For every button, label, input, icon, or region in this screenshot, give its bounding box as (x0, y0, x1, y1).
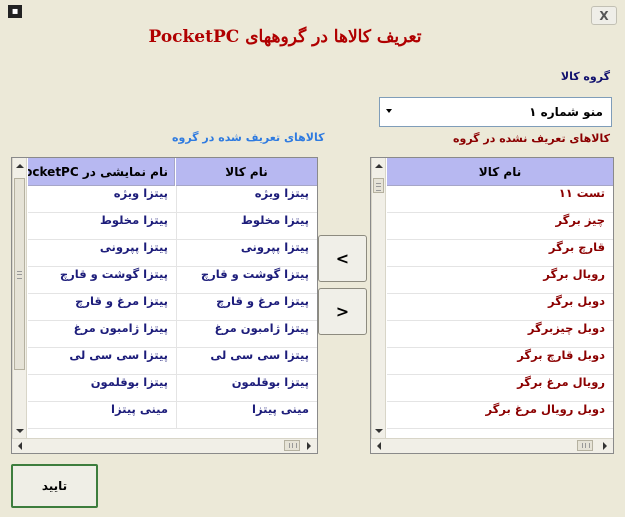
table-row[interactable]: پیتزا مخلوط پیتزا مخلوط (28, 213, 317, 240)
display-name-cell[interactable]: پیتزا ژامبون مرغ (28, 321, 176, 347)
item-name-cell[interactable]: پیتزا ژامبون مرغ (177, 321, 317, 347)
item-name-cell[interactable]: پیتزا بوقلمون (177, 375, 317, 401)
group-label: گروه کالا (560, 70, 610, 83)
vertical-scrollbar[interactable] (371, 158, 386, 438)
table-row[interactable]: دوبل قارچ برگر (387, 348, 613, 375)
defined-items-grid[interactable]: نام نمایشی در PocketPC نام کالا پیتزا وی… (11, 157, 318, 454)
column-header-name[interactable]: نام کالا (387, 158, 613, 186)
scroll-up-icon[interactable] (375, 164, 383, 168)
item-name-cell[interactable]: قارچ برگر (387, 240, 613, 266)
item-name-cell[interactable]: رویال مرغ برگر (387, 375, 613, 401)
display-name-cell[interactable]: پیتزا گوشت و قارچ (28, 267, 176, 293)
remove-from-group-button[interactable]: > (318, 288, 367, 335)
item-name-cell[interactable]: دوبل چیزبرگر (387, 321, 613, 347)
column-header-name[interactable]: نام کالا (176, 158, 317, 186)
undefined-items-label: کالاهای تعریف نشده در گروه (452, 132, 610, 145)
table-row[interactable]: پیتزا مرغ و قارچ پیتزا مرغ و قارچ (28, 294, 317, 321)
scroll-down-icon[interactable] (375, 429, 383, 433)
item-name-cell[interactable]: دوبل برگر (387, 294, 613, 320)
undefined-items-rows: تست ۱۱ چیز برگر قارچ برگر رویال برگر دوبل بر… (387, 186, 613, 429)
column-header-display-name[interactable]: نام نمایشی در PocketPC (28, 158, 175, 186)
item-name-cell[interactable]: دوبل قارچ برگر (387, 348, 613, 374)
group-select[interactable]: منو شماره ۱ (379, 97, 612, 127)
table-row[interactable]: قارچ برگر (387, 240, 613, 267)
table-row[interactable]: پیتزا گوشت و قارچ پیتزا گوشت و قارچ (28, 267, 317, 294)
defined-items-label: کالاهای تعریف شده در گروه (172, 131, 325, 144)
table-row[interactable]: تست ۱۱ (387, 186, 613, 213)
table-row[interactable]: پیتزا سی سی لی پیتزا سی سی لی (28, 348, 317, 375)
scroll-left-icon[interactable] (377, 442, 381, 450)
table-row[interactable]: مینی پیتزا مینی پیتزا (28, 402, 317, 429)
table-row[interactable]: چیز برگر (387, 213, 613, 240)
dialog-window: ▪ X تعریف کالاها در گروههای PocketPC گرو… (0, 0, 625, 517)
display-name-cell[interactable]: مینی پیتزا (28, 402, 176, 428)
table-row[interactable]: دوبل رویال مرغ برگر (387, 402, 613, 429)
display-name-cell[interactable]: پیتزا ویژه (28, 186, 176, 212)
item-name-cell[interactable]: دوبل رویال مرغ برگر (387, 402, 613, 428)
item-name-cell[interactable]: پیتزا سی سی لی (177, 348, 317, 374)
table-row[interactable]: پیتزا ژامبون مرغ پیتزا ژامبون مرغ (28, 321, 317, 348)
table-row[interactable]: پیتزا بوقلمون پیتزا بوقلمون (28, 375, 317, 402)
group-select-value: منو شماره ۱ (529, 105, 603, 119)
app-icon: ▪ (8, 5, 22, 18)
item-name-cell[interactable]: پیتزا مرغ و قارچ (177, 294, 317, 320)
item-name-cell[interactable]: چیز برگر (387, 213, 613, 239)
scroll-up-icon[interactable] (16, 164, 24, 168)
table-row[interactable]: دوبل برگر (387, 294, 613, 321)
vertical-scrollbar[interactable] (12, 158, 27, 438)
display-name-cell[interactable]: پیتزا مخلوط (28, 213, 176, 239)
scroll-right-icon[interactable] (307, 442, 311, 450)
display-name-cell[interactable]: پیتزا بوقلمون (28, 375, 176, 401)
scroll-thumb[interactable] (14, 178, 25, 370)
defined-items-rows: پیتزا ویژه پیتزا ویژه پیتزا مخلوط پیتزا مخل… (28, 186, 317, 429)
page-title: تعریف کالاها در گروههای PocketPC (148, 27, 422, 47)
display-name-cell[interactable]: پیتزا پپرونی (28, 240, 176, 266)
scroll-thumb[interactable] (577, 440, 593, 451)
item-name-cell[interactable]: تست ۱۱ (387, 186, 613, 212)
close-button[interactable]: X (591, 6, 617, 25)
table-row[interactable]: رویال برگر (387, 267, 613, 294)
item-name-cell[interactable]: پیتزا پپرونی (177, 240, 317, 266)
add-to-group-button[interactable]: < (318, 235, 367, 282)
scroll-down-icon[interactable] (16, 429, 24, 433)
undefined-items-grid[interactable]: نام کالا تست ۱۱ چیز برگر قارچ برگر رویال بر… (370, 157, 614, 454)
scroll-thumb[interactable] (373, 178, 384, 193)
table-row[interactable]: پیتزا ویژه پیتزا ویژه (28, 186, 317, 213)
item-name-cell[interactable]: پیتزا گوشت و قارچ (177, 267, 317, 293)
scroll-left-icon[interactable] (18, 442, 22, 450)
scroll-right-icon[interactable] (603, 442, 607, 450)
confirm-button[interactable]: تایید (11, 464, 98, 508)
scroll-thumb[interactable] (284, 440, 300, 451)
table-row[interactable]: رویال مرغ برگر (387, 375, 613, 402)
table-row[interactable]: پیتزا پپرونی پیتزا پپرونی (28, 240, 317, 267)
table-row[interactable]: دوبل چیزبرگر (387, 321, 613, 348)
item-name-cell[interactable]: رویال برگر (387, 267, 613, 293)
item-name-cell[interactable]: مینی پیتزا (177, 402, 317, 428)
item-name-cell[interactable]: پیتزا مخلوط (177, 213, 317, 239)
horizontal-scrollbar[interactable] (12, 438, 317, 453)
chevron-down-icon[interactable] (386, 109, 392, 113)
item-name-cell[interactable]: پیتزا ویژه (177, 186, 317, 212)
display-name-cell[interactable]: پیتزا سی سی لی (28, 348, 176, 374)
display-name-cell[interactable]: پیتزا مرغ و قارچ (28, 294, 176, 320)
horizontal-scrollbar[interactable] (371, 438, 613, 453)
